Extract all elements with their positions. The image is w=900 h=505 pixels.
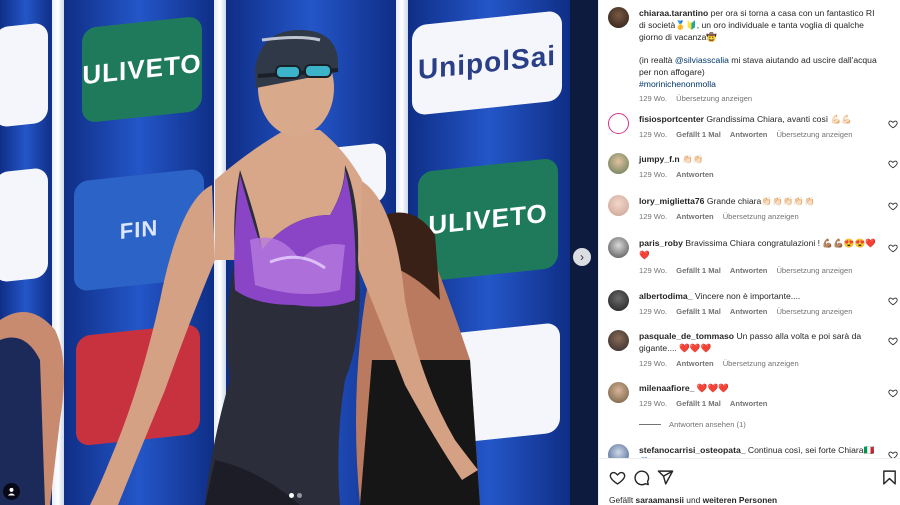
- author-username[interactable]: chiaraa.tarantino: [639, 8, 708, 18]
- view-replies-label: Antworten ansehen (1): [669, 420, 746, 429]
- author-avatar[interactable]: [608, 7, 629, 28]
- comment-text: Grande chiara👏🏻👏🏻👏🏻👏🏻👏🏻: [706, 196, 815, 206]
- commenter-avatar[interactable]: [608, 153, 629, 174]
- comment-text: 👏🏻👏🏻: [681, 154, 704, 164]
- likes-prefix: Gefällt: [609, 495, 636, 505]
- carousel-dot: [297, 493, 302, 498]
- post-photo[interactable]: ULIVETO UnipolSai FIN ULIVETO ›: [0, 0, 598, 505]
- commenter-avatar[interactable]: [608, 382, 629, 403]
- comment-timestamp[interactable]: 129 Wo.: [639, 129, 667, 141]
- comment-username[interactable]: paris_roby: [639, 238, 683, 248]
- heart-icon[interactable]: [888, 119, 898, 129]
- comment-reply-button[interactable]: Antworten: [730, 398, 768, 410]
- comment-username[interactable]: albertodima_: [639, 291, 693, 301]
- comment-likes-count[interactable]: Gefällt 1 Mal: [676, 306, 721, 318]
- comment-reply-button[interactable]: Antworten: [730, 129, 768, 141]
- comment-translate-link[interactable]: Übersetzung anzeigen: [776, 306, 852, 318]
- heart-icon[interactable]: [888, 450, 898, 458]
- athlete-illustration: [0, 30, 480, 505]
- comment-text: Vincere non è importante....: [694, 291, 801, 301]
- replies-divider: [639, 424, 661, 425]
- caption-mention-link[interactable]: @silviasscalia: [675, 55, 729, 65]
- comments-panel: chiaraa.tarantino per ora si torna a cas…: [598, 0, 900, 505]
- comment-translate-link[interactable]: Übersetzung anzeigen: [723, 358, 799, 370]
- comment-username[interactable]: milenaafiore_: [639, 383, 694, 393]
- comment-icon[interactable]: [633, 469, 650, 486]
- comment-username[interactable]: fisiosportcenter: [639, 114, 704, 124]
- caption-hashtag-link[interactable]: #morinichenonmolla: [639, 79, 716, 89]
- likes-middle: und: [683, 495, 703, 505]
- chevron-right-icon: ›: [580, 250, 584, 264]
- comment-reply-button[interactable]: Antworten: [676, 169, 714, 181]
- comment-timestamp[interactable]: 129 Wo.: [639, 265, 667, 277]
- likes-summary: Gefällt saraamansii und weiteren Persone…: [609, 495, 777, 505]
- heart-icon[interactable]: [888, 201, 898, 211]
- comment-text: ❤️❤️❤️: [696, 383, 729, 393]
- heart-icon[interactable]: [888, 159, 898, 169]
- comment-timestamp[interactable]: 129 Wo.: [639, 358, 667, 370]
- commenter-avatar[interactable]: [608, 290, 629, 311]
- commenter-avatar[interactable]: [608, 237, 629, 258]
- caption-text: chiaraa.tarantino per ora si torna a cas…: [639, 7, 883, 43]
- comment-translate-link[interactable]: Übersetzung anzeigen: [776, 129, 852, 141]
- heart-icon[interactable]: [888, 243, 898, 253]
- comment-likes-count[interactable]: Gefällt 1 Mal: [676, 398, 721, 410]
- share-icon[interactable]: [657, 469, 674, 486]
- comment-timestamp[interactable]: 129 Wo.: [639, 306, 667, 318]
- carousel-dots: [289, 493, 302, 498]
- bookmark-icon[interactable]: [881, 469, 898, 486]
- user-tag-button[interactable]: [3, 483, 20, 500]
- commenter-avatar[interactable]: [608, 444, 629, 458]
- comment-timestamp[interactable]: 129 Wo.: [639, 169, 667, 181]
- caption-timestamp[interactable]: 129 Wo.: [639, 93, 667, 105]
- comments-thread[interactable]: chiaraa.tarantino per ora si torna a cas…: [599, 0, 900, 458]
- comment-timestamp[interactable]: 129 Wo.: [639, 398, 667, 410]
- comment-reply-button[interactable]: Antworten: [730, 265, 768, 277]
- comment-username[interactable]: pasquale_de_tommaso: [639, 331, 734, 341]
- commenter-avatar[interactable]: [608, 195, 629, 216]
- comment-reply-button[interactable]: Antworten: [676, 211, 714, 223]
- post-action-bar: Gefällt saraamansii und weiteren Persone…: [599, 458, 900, 505]
- comment-translate-link[interactable]: Übersetzung anzeigen: [723, 211, 799, 223]
- comment-reply-button[interactable]: Antworten: [730, 306, 768, 318]
- comment-username[interactable]: stefanocarrisi_osteopata_: [639, 445, 746, 455]
- heart-icon[interactable]: [888, 296, 898, 306]
- comment-likes-count[interactable]: Gefällt 1 Mal: [676, 265, 721, 277]
- commenter-avatar[interactable]: [608, 113, 629, 134]
- carousel-dot-active: [289, 493, 294, 498]
- heart-icon[interactable]: [888, 388, 898, 398]
- view-replies-button[interactable]: Antworten ansehen (1): [639, 420, 746, 429]
- comment-translate-link[interactable]: Übersetzung anzeigen: [776, 265, 852, 277]
- comment-timestamp[interactable]: 129 Wo.: [639, 211, 667, 223]
- heart-icon[interactable]: [888, 336, 898, 346]
- next-photo-button[interactable]: ›: [573, 248, 591, 266]
- comment-likes-count[interactable]: Gefällt 1 Mal: [676, 129, 721, 141]
- comment-username[interactable]: lory_miglietta76: [639, 196, 704, 206]
- commenter-avatar[interactable]: [608, 330, 629, 351]
- user-tag-icon: [7, 487, 16, 496]
- comment-reply-button[interactable]: Antworten: [676, 358, 714, 370]
- caption-translate-link[interactable]: Übersetzung anzeigen: [676, 93, 752, 105]
- heart-icon[interactable]: [609, 469, 626, 486]
- caption-paragraph: (in realtà @silviasscalia mi stava aiuta…: [639, 54, 883, 78]
- likes-user-link[interactable]: saraamansii: [636, 495, 684, 505]
- comment-text: Grandissima Chiara, avanti così 💪🏻💪🏻: [706, 114, 852, 124]
- likes-others-link[interactable]: weiteren Personen: [703, 495, 777, 505]
- caption-line2-prefix: (in realtà: [639, 55, 675, 65]
- comment-username[interactable]: jumpy_f.n: [639, 154, 680, 164]
